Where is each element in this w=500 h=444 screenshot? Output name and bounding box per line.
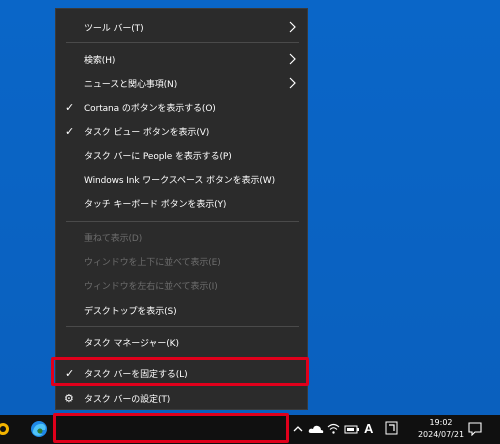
menu-item-label: デスクトップを表示(S) (84, 306, 177, 317)
menu-item-people[interactable]: タスク バーに People を表示する(P) (56, 143, 307, 167)
menu-separator (66, 221, 299, 222)
menu-item-task-manager[interactable]: タスク マネージャー(K) (56, 330, 307, 354)
taskbar[interactable]: A 19:02 2024/07/21 (0, 415, 500, 444)
menu-item-label: タスク ビュー ボタンを表示(V) (84, 127, 210, 138)
menu-item-cascade: 重ねて表示(D) (56, 225, 307, 249)
menu-item-lock-taskbar[interactable]: ✓ タスク バーを固定する(L) (56, 361, 307, 385)
notification-center-icon[interactable] (468, 422, 482, 436)
menu-item-label: ツール バー(T) (84, 23, 144, 34)
menu-separator (66, 358, 299, 359)
menu-separator (66, 42, 299, 43)
chevron-up-icon[interactable] (293, 424, 303, 434)
checkmark-icon: ✓ (65, 366, 75, 380)
clock-time: 19:02 (429, 418, 453, 427)
menu-item-label: 検索(H) (84, 55, 116, 66)
app-icon[interactable] (0, 419, 13, 439)
menu-item-label: タスク バーの設定(T) (84, 394, 171, 405)
menu-item-stack: ウィンドウを上下に並べて表示(E) (56, 249, 307, 273)
menu-item-label: タッチ キーボード ボタンを表示(Y) (84, 199, 227, 210)
menu-item-news-interests[interactable]: ニュースと関心事項(N) (56, 71, 307, 95)
menu-item-label: ニュースと関心事項(N) (84, 79, 178, 90)
menu-item-windows-ink[interactable]: Windows Ink ワークスペース ボタンを表示(W) (56, 167, 307, 191)
menu-item-label: ウィンドウを左右に並べて表示(I) (84, 281, 218, 292)
chevron-right-icon (289, 21, 296, 33)
checkmark-icon: ✓ (65, 100, 75, 114)
menu-item-label: タスク バーに People を表示する(P) (84, 151, 232, 162)
battery-icon[interactable] (344, 423, 360, 435)
menu-item-taskbar-settings[interactable]: ⚙ タスク バーの設定(T) (56, 386, 307, 410)
wifi-icon[interactable] (327, 422, 340, 435)
menu-item-touch-keyboard[interactable]: タッチ キーボード ボタンを表示(Y) (56, 191, 307, 215)
chevron-right-icon (289, 53, 296, 65)
checkmark-icon: ✓ (65, 124, 75, 138)
menu-item-show-desktop[interactable]: デスクトップを表示(S) (56, 298, 307, 322)
chevron-right-icon (289, 77, 296, 89)
menu-item-cortana-button[interactable]: ✓ Cortana のボタンを表示する(O) (56, 95, 307, 119)
edge-browser-icon[interactable] (29, 419, 49, 439)
clock-date: 2024/07/21 (417, 430, 465, 439)
menu-item-label: Windows Ink ワークスペース ボタンを表示(W) (84, 175, 276, 186)
menu-item-label: 重ねて表示(D) (84, 233, 143, 244)
menu-item-toolbars[interactable]: ツール バー(T) (56, 15, 307, 39)
taskbar-context-menu: ツール バー(T) 検索(H) ニュースと関心事項(N) ✓ Cortana の… (55, 8, 308, 410)
menu-item-label: タスク マネージャー(K) (84, 338, 179, 349)
menu-item-label: タスク バーを固定する(L) (84, 369, 188, 380)
ime-pad-icon[interactable] (385, 421, 398, 435)
menu-item-side-by-side: ウィンドウを左右に並べて表示(I) (56, 273, 307, 297)
menu-item-label: Cortana のボタンを表示する(O) (84, 103, 216, 114)
menu-item-search[interactable]: 検索(H) (56, 47, 307, 71)
menu-item-task-view-button[interactable]: ✓ タスク ビュー ボタンを表示(V) (56, 119, 307, 143)
ime-indicator[interactable]: A (364, 421, 373, 436)
menu-item-label: ウィンドウを上下に並べて表示(E) (84, 257, 221, 268)
gear-icon: ⚙ (64, 391, 74, 405)
menu-separator (66, 326, 299, 327)
onedrive-icon[interactable] (308, 423, 324, 435)
system-clock[interactable]: 19:02 2024/07/21 (416, 417, 466, 441)
